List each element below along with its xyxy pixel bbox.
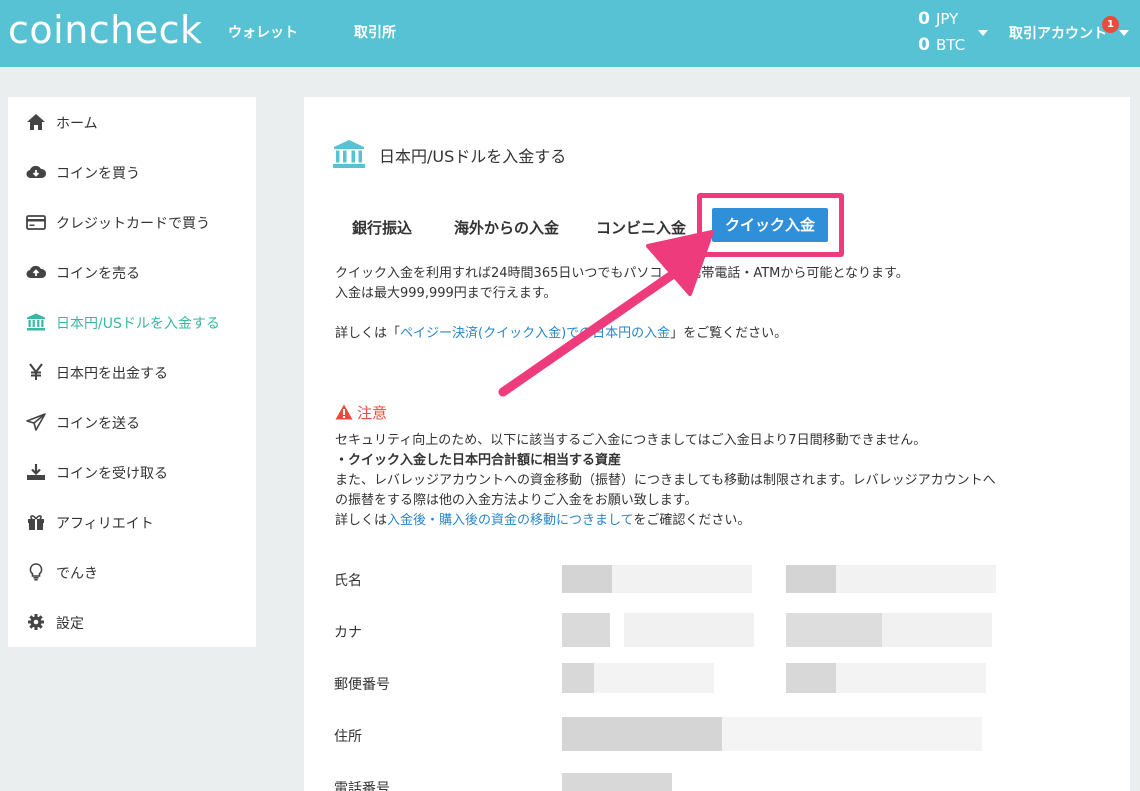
notice-heading: 注意 <box>335 402 387 423</box>
notice-prefix: 詳しくは <box>335 513 388 528</box>
sidebar-item-buy-coin[interactable]: コインを買う <box>8 147 256 197</box>
notice-line: セキュリティ向上のため、以下に該当するご入金につきましてはご入金日より7日間移動… <box>335 433 927 448</box>
sidebar-item-label: アフィリエイト <box>56 516 154 532</box>
sidebar-item-affiliate[interactable]: アフィリエイト <box>8 497 256 547</box>
notice-line: また、レバレッジアカウントへの資金移動（振替）につきましても移動は制限されます。… <box>335 473 996 488</box>
blurred-value <box>562 717 722 751</box>
payeasy-link[interactable]: ペイジー決済(クイック入金)での日本円の入金 <box>400 326 670 341</box>
nav-wallet[interactable]: ウォレット <box>228 22 298 42</box>
sidebar-item-label: でんき <box>56 566 98 582</box>
nav-exchange[interactable]: 取引所 <box>354 22 396 42</box>
warning-icon <box>335 404 353 420</box>
sidebar-item-buy-credit-card[interactable]: クレジットカードで買う <box>8 197 256 247</box>
balance-jpy[interactable]: 0 JPY <box>914 9 958 29</box>
blurred-value <box>786 663 836 693</box>
sidebar-item-label: 日本円/USドルを入金する <box>56 316 220 332</box>
blurred-value <box>562 663 594 693</box>
tab-convenience-store[interactable]: コンビニ入金 <box>596 217 686 238</box>
balance-btc-amount: 0 <box>918 35 930 55</box>
sidebar-item-settings[interactable]: 設定 <box>8 597 256 647</box>
sidebar-item-label: クレジットカードで買う <box>56 216 210 232</box>
blurred-value <box>786 613 882 647</box>
download-icon <box>27 464 45 480</box>
credit-card-icon <box>26 215 46 230</box>
bank-icon <box>27 313 45 331</box>
notice-line: の振替をする際は他の入金方法よりご入金をお願い致します。 <box>335 493 698 508</box>
notification-badge[interactable]: 1 <box>1102 16 1119 33</box>
cloud-download-icon <box>26 165 46 179</box>
top-header: coincheck ウォレット 取引所 0 JPY 0 BTC 取引アカウント 1 <box>0 0 1140 67</box>
notice-line: 詳しくは入金後・購入後の資金の移動につきましてをご確認ください。 <box>335 511 996 531</box>
sidebar-item-deposit[interactable]: 日本円/USドルを入金する <box>8 297 256 347</box>
main-panel: 日本円/USドルを入金する 銀行振込 海外からの入金 コンビニ入金 クイック入金… <box>304 97 1130 791</box>
balance-btc[interactable]: 0 BTC <box>914 35 965 55</box>
lightbulb-icon <box>29 563 43 581</box>
tab-bank-transfer[interactable]: 銀行振込 <box>352 217 412 238</box>
blurred-value <box>882 613 992 647</box>
notice-title: 注意 <box>357 404 388 422</box>
sidebar-item-withdraw[interactable]: 日本円を出金する <box>8 347 256 397</box>
page-title-text: 日本円/USドルを入金する <box>379 147 567 166</box>
blurred-value <box>722 717 982 751</box>
sidebar-item-label: 設定 <box>56 616 84 632</box>
fund-transfer-link[interactable]: 入金後・購入後の資金の移動につきまして <box>387 513 633 528</box>
blurred-value <box>562 773 672 791</box>
detail-text: 詳しくは「ペイジー決済(クイック入金)での日本円の入金」をご覧ください。 <box>335 324 787 344</box>
account-menu[interactable]: 取引アカウント <box>1009 23 1107 43</box>
sidebar: ホーム コインを買う クレジットカードで買う コインを売る 日本円/USドルを入… <box>8 97 256 647</box>
logo[interactable]: coincheck <box>8 8 203 52</box>
yen-icon <box>29 363 43 380</box>
bank-icon <box>333 140 365 168</box>
field-label-name: 氏名 <box>334 573 362 589</box>
blurred-value <box>836 565 996 593</box>
notice-suffix: をご確認ください。 <box>633 513 751 528</box>
sidebar-item-label: ホーム <box>56 116 98 132</box>
blurred-value <box>612 565 752 593</box>
blurred-value <box>624 613 754 647</box>
sidebar-item-home[interactable]: ホーム <box>8 97 256 147</box>
notice-line-bold: ・クイック入金した日本円合計額に相当する資産 <box>335 453 622 468</box>
field-label-address: 住所 <box>334 729 362 745</box>
description-line: クイック入金を利用すれば24時間365日いつでもパソコン・携帯電話・ATMから可… <box>335 266 909 281</box>
field-label-phone: 電話番号 <box>334 781 390 791</box>
sidebar-item-denki[interactable]: でんき <box>8 547 256 597</box>
notice-body: セキュリティ向上のため、以下に該当するご入金につきましてはご入金日より7日間移動… <box>335 431 996 531</box>
sidebar-item-label: コインを受け取る <box>56 466 168 482</box>
field-label-kana: カナ <box>334 625 362 641</box>
sidebar-item-label: コインを買う <box>56 166 140 182</box>
sidebar-item-receive-coin[interactable]: コインを受け取る <box>8 447 256 497</box>
detail-suffix: 」をご覧ください。 <box>670 326 788 341</box>
detail-prefix: 詳しくは「 <box>335 326 401 341</box>
balance-btc-currency: BTC <box>936 36 966 54</box>
field-label-postal: 郵便番号 <box>334 677 390 693</box>
blurred-value <box>562 613 610 647</box>
balance-jpy-currency: JPY <box>936 10 959 28</box>
gift-icon <box>28 515 44 530</box>
cloud-upload-icon <box>26 265 46 279</box>
sidebar-item-sell-coin[interactable]: コインを売る <box>8 247 256 297</box>
blurred-value <box>786 565 836 593</box>
send-icon <box>26 413 46 431</box>
sidebar-item-label: コインを売る <box>56 266 140 282</box>
blurred-value <box>562 565 612 593</box>
sidebar-item-label: 日本円を出金する <box>56 366 168 382</box>
tab-overseas-deposit[interactable]: 海外からの入金 <box>454 217 559 238</box>
sidebar-item-label: コインを送る <box>56 416 140 432</box>
tab-quick-deposit[interactable]: クイック入金 <box>712 208 828 242</box>
sidebar-item-send-coin[interactable]: コインを送る <box>8 397 256 447</box>
balance-jpy-amount: 0 <box>918 9 930 29</box>
gear-icon <box>28 614 44 630</box>
account-dropdown-icon[interactable] <box>1119 30 1129 36</box>
description: クイック入金を利用すれば24時間365日いつでもパソコン・携帯電話・ATMから可… <box>335 264 909 304</box>
balance-dropdown-icon[interactable] <box>978 30 988 36</box>
blurred-value <box>594 663 714 693</box>
description-line: 入金は最大999,999円まで行えます。 <box>335 286 557 301</box>
blurred-value <box>836 663 986 693</box>
home-icon <box>27 114 45 130</box>
